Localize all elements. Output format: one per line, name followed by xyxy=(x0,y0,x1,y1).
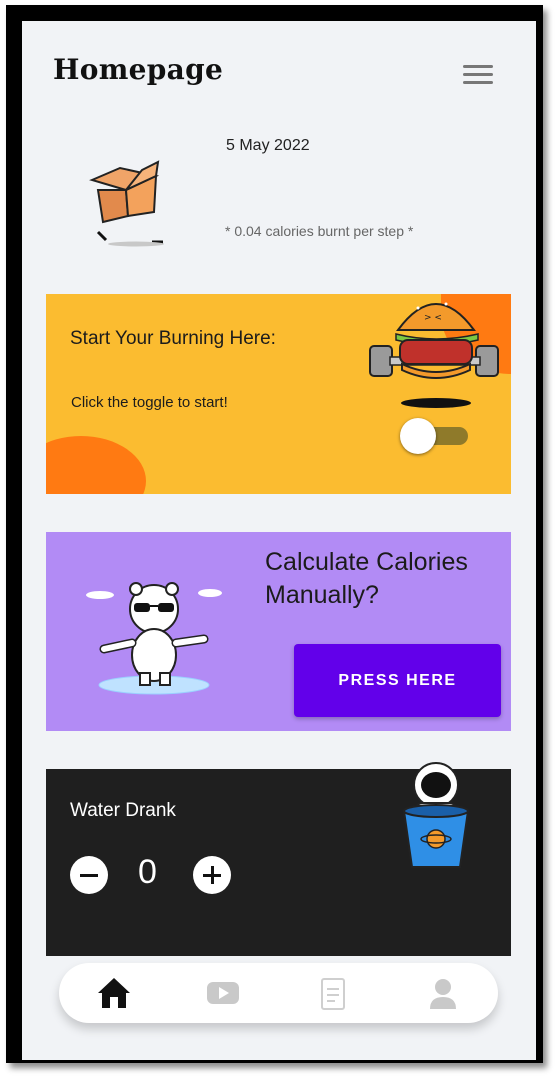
calc-title-line2: Manually? xyxy=(265,581,379,609)
calculate-calories-card: Calculate Calories Manually? PRESS HERE xyxy=(46,532,511,731)
water-drank-title: Water Drank xyxy=(70,800,176,821)
box-illustration xyxy=(89,160,164,247)
user-profile-icon[interactable] xyxy=(424,975,462,1011)
current-date: 5 May 2022 xyxy=(226,137,310,154)
minus-icon xyxy=(80,873,98,877)
increment-water-button[interactable] xyxy=(193,856,231,894)
toggle-knob[interactable] xyxy=(400,418,436,454)
device-frame: Homepage 5 May 2022 * 0.04 calories burn… xyxy=(6,5,543,1063)
home-icon[interactable] xyxy=(95,975,133,1011)
orange-blob-shape xyxy=(46,436,146,494)
calories-per-step-note: * 0.04 calories burnt per step * xyxy=(225,223,414,239)
start-burning-card: Start Your Burning Here: Click the toggl… xyxy=(46,294,511,494)
calculate-calories-title: Calculate Calories Manually? xyxy=(265,546,495,612)
notepad-icon[interactable] xyxy=(314,975,352,1011)
burn-card-subtitle: Click the toggle to start! xyxy=(71,394,228,411)
burger-shadow xyxy=(401,398,471,408)
water-count: 0 xyxy=(138,853,157,891)
decrement-water-button[interactable] xyxy=(70,856,108,894)
water-drank-card: Water Drank 0 xyxy=(46,762,511,956)
burning-toggle[interactable] xyxy=(400,418,468,454)
astronaut-bucket-illustration xyxy=(402,762,470,868)
svg-text:> <: > < xyxy=(424,313,442,323)
press-here-button[interactable]: PRESS HERE xyxy=(294,644,501,717)
video-play-icon[interactable] xyxy=(204,975,242,1011)
burger-dumbbell-illustration: > < xyxy=(369,302,499,379)
hamburger-menu-icon[interactable] xyxy=(463,65,493,87)
page-title: Homepage xyxy=(53,53,224,86)
calc-title-line1: Calculate Calories xyxy=(265,548,468,576)
bottom-navigation xyxy=(59,963,498,1023)
polar-bear-illustration xyxy=(86,582,222,695)
app-screen: Homepage 5 May 2022 * 0.04 calories burn… xyxy=(22,21,536,1060)
burn-card-title: Start Your Burning Here: xyxy=(70,328,276,349)
